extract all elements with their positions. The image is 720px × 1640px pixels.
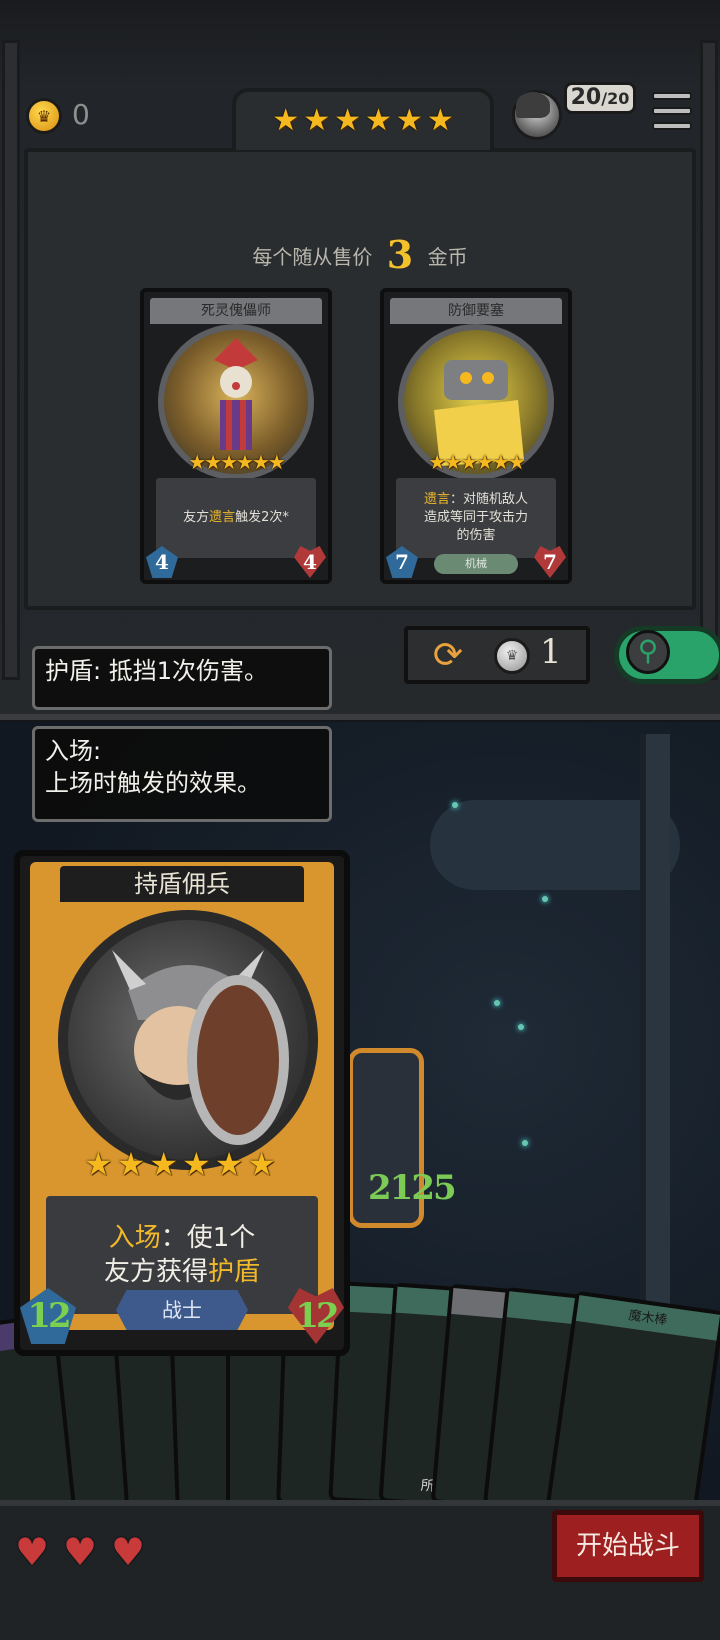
menu-icon-bar bbox=[652, 122, 692, 130]
frame-rail-left bbox=[2, 40, 20, 680]
tier-star-icon: ★ bbox=[272, 103, 300, 138]
tier-star-icon: ★ bbox=[395, 103, 423, 138]
desc-text: 友方 bbox=[183, 510, 210, 525]
hand-card-magic-staff[interactable]: 魔木棒 bbox=[545, 1290, 720, 1530]
avatar-hair bbox=[516, 92, 550, 118]
sell-price: 3 bbox=[386, 232, 414, 277]
sell-price-info: 每个随从售价 3 金币 bbox=[24, 232, 696, 277]
tier-star-icon: ★ bbox=[365, 103, 392, 138]
start-battle-button[interactable]: 开始战斗 bbox=[552, 1510, 704, 1582]
keyword-deathrattle: 遗言 bbox=[423, 492, 450, 507]
life-heart-icon: ♥ bbox=[14, 1530, 50, 1574]
hovered-card-shield-mercenary[interactable]: 持盾佣兵 ★★★★★★ 入场：使1个 友方获得护盾 战士 12 12 bbox=[14, 850, 350, 1356]
tavern-tier-tab: ★ ★ ★ ★ ★ ★ bbox=[232, 88, 494, 150]
sparkle-decoration bbox=[542, 896, 548, 902]
card-description: 友方遗言触发2次* bbox=[156, 478, 316, 558]
tooltip-entry-title: 入场: bbox=[45, 737, 102, 765]
refresh-icon[interactable]: ⟳ bbox=[428, 636, 468, 676]
desc-text: 友方获得 bbox=[103, 1257, 208, 1287]
card-description: 遗言：对随机敌人 造成等同于攻击力 的伤害 bbox=[396, 478, 556, 558]
desc-text: ：使1个 bbox=[160, 1223, 256, 1253]
sell-prefix: 每个随从售价 bbox=[252, 245, 373, 269]
shop-board bbox=[24, 148, 696, 610]
card-name: 持盾佣兵 bbox=[60, 866, 304, 902]
health-value: 12 bbox=[288, 1288, 344, 1344]
desc-text: 触发2次* bbox=[235, 510, 289, 525]
life-heart-icon: ♥ bbox=[62, 1530, 98, 1574]
sell-suffix: 金币 bbox=[427, 245, 468, 269]
menu-button[interactable] bbox=[652, 92, 692, 130]
desc-text: 造成等同于攻击力 bbox=[423, 510, 528, 525]
gold-coin-icon: ♛ bbox=[26, 98, 62, 134]
search-icon[interactable]: ⚲ bbox=[626, 630, 670, 674]
card-name: 防御要塞 bbox=[390, 298, 562, 324]
keyword-deathrattle: 遗言 bbox=[209, 510, 236, 525]
tribe-badge: 机械 bbox=[434, 554, 518, 574]
tooltip-entry-body: 上场时触发的效果。 bbox=[45, 769, 261, 797]
tooltip-battlecry: 入场: 上场时触发的效果。 bbox=[32, 726, 332, 822]
keyword-shield: 护盾 bbox=[208, 1257, 261, 1287]
tier-star-icon: ★ bbox=[426, 103, 454, 138]
shop-card-fortress[interactable]: 防御要塞 ★★★★★★ 遗言：对随机敌人 造成等同于攻击力 的伤害 机械 7 7 bbox=[380, 288, 572, 584]
menu-icon-bar bbox=[652, 107, 692, 115]
keyword-battlecry: 入场 bbox=[108, 1223, 161, 1253]
card-stars: ★★★★★★ bbox=[188, 450, 286, 474]
card-stars: ★★★★★★ bbox=[83, 1145, 281, 1183]
menu-icon-bar bbox=[652, 92, 692, 100]
tooltip-shield-text: 护盾: 抵挡1次伤害。 bbox=[45, 657, 268, 685]
sparkle-decoration bbox=[494, 1000, 500, 1006]
desc-text: 的伤害 bbox=[456, 528, 496, 543]
gold-count: 0 bbox=[72, 98, 90, 131]
mercenary-art bbox=[112, 950, 289, 1145]
population-current: 20 bbox=[570, 85, 602, 110]
population-counter: 20/20 bbox=[564, 82, 636, 114]
desc-text: ：对随机敌人 bbox=[450, 492, 529, 507]
card-name: 死灵傀儡师 bbox=[150, 298, 322, 324]
refresh-cost: 1 bbox=[540, 632, 562, 672]
sparkle-decoration bbox=[518, 1024, 524, 1030]
frame-rail-right bbox=[700, 40, 718, 680]
sparkle-decoration bbox=[452, 802, 458, 808]
card-portrait bbox=[58, 910, 318, 1170]
population-max: /20 bbox=[601, 89, 630, 108]
life-heart-icon: ♥ bbox=[110, 1530, 146, 1574]
pillar-decoration bbox=[640, 734, 670, 1334]
silver-coin-icon: ♛ bbox=[494, 638, 530, 674]
card-stars: ★★★★★★ bbox=[428, 450, 526, 474]
tier-star-icon: ★ bbox=[334, 103, 361, 138]
tooltip-shield: 护盾: 抵挡1次伤害。 bbox=[32, 646, 332, 710]
board-minion-stats: 2125 bbox=[368, 1168, 457, 1208]
tier-star-icon: ★ bbox=[303, 103, 331, 138]
tribe-badge: 战士 bbox=[116, 1290, 248, 1330]
shop-card-necromancer[interactable]: 死灵傀儡师 ★★★★★★ 友方遗言触发2次* 4 4 bbox=[140, 288, 332, 584]
sparkle-decoration bbox=[522, 1140, 528, 1146]
